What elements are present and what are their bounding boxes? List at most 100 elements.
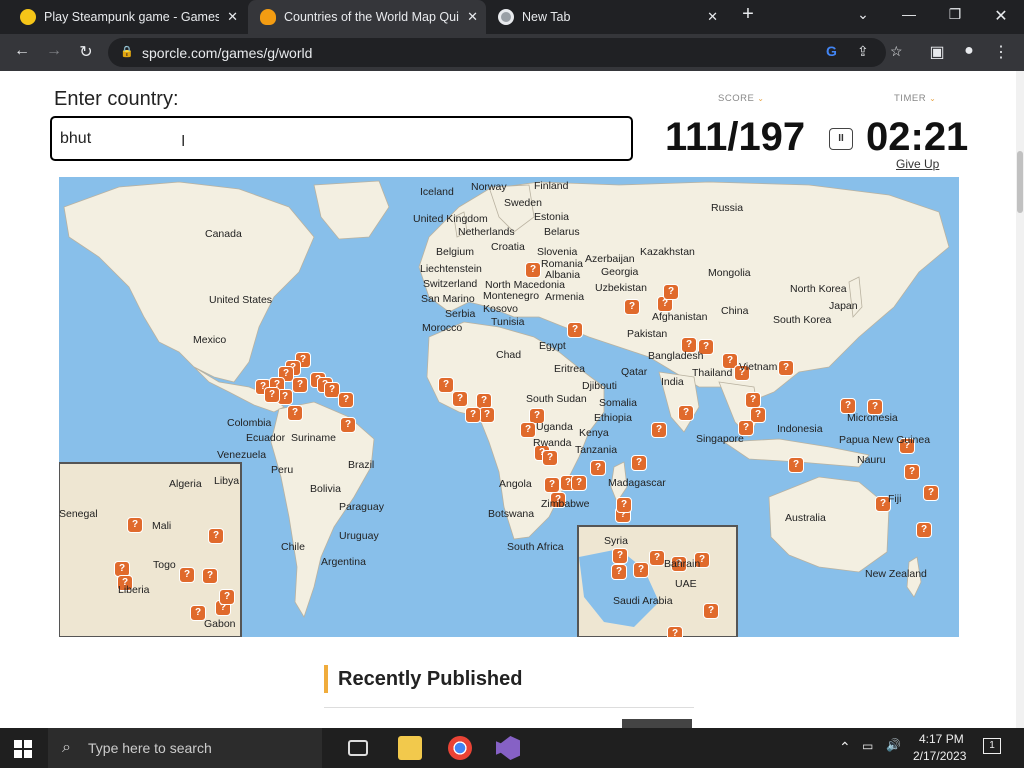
country-label: Bahrain xyxy=(664,558,701,570)
question-marker-icon[interactable]: ? xyxy=(631,455,647,471)
question-marker-icon[interactable]: ? xyxy=(479,407,495,423)
country-label: Canada xyxy=(205,228,242,240)
question-marker-icon[interactable]: ? xyxy=(571,475,587,491)
tab-new-tab[interactable]: New Tab ✕ xyxy=(488,0,726,34)
question-marker-icon[interactable]: ? xyxy=(219,589,235,605)
question-marker-icon[interactable]: ? xyxy=(465,407,481,423)
file-explorer-icon[interactable] xyxy=(398,736,422,760)
question-marker-icon[interactable]: ? xyxy=(520,422,536,438)
country-label: Rwanda xyxy=(533,437,572,449)
back-arrow-icon[interactable]: ← xyxy=(11,42,33,60)
forward-arrow-icon[interactable]: → xyxy=(43,42,65,60)
close-tab-icon[interactable]: ✕ xyxy=(707,9,718,25)
profile-icon[interactable]: ● xyxy=(958,42,980,60)
question-marker-icon[interactable]: ? xyxy=(633,562,649,578)
question-marker-icon[interactable]: ? xyxy=(590,460,606,476)
address-bar[interactable]: 🔒 sporcle.com/games/g/world G ⇪ ☆ xyxy=(108,38,903,67)
question-marker-icon[interactable]: ? xyxy=(663,284,679,300)
chrome-icon[interactable] xyxy=(448,736,472,760)
bookmark-star-icon[interactable]: ☆ xyxy=(890,43,903,60)
question-marker-icon[interactable]: ? xyxy=(542,450,558,466)
timer-dropdown-icon[interactable]: ⌄ xyxy=(929,94,936,103)
question-marker-icon[interactable]: ? xyxy=(703,603,719,619)
question-marker-icon[interactable]: ? xyxy=(916,522,932,538)
question-marker-icon[interactable]: ? xyxy=(788,457,804,473)
question-marker-icon[interactable]: ? xyxy=(616,497,632,513)
question-marker-icon[interactable]: ? xyxy=(611,564,627,580)
question-marker-icon[interactable]: ? xyxy=(923,485,939,501)
close-tab-icon[interactable]: ✕ xyxy=(467,9,478,25)
pause-button[interactable]: II xyxy=(829,128,853,150)
country-label: India xyxy=(661,376,684,388)
taskbar-search-box[interactable]: ⌕ Type here to search xyxy=(48,728,322,768)
menu-kebab-icon[interactable]: ⋮ xyxy=(990,42,1012,62)
search-icon: ⌕ xyxy=(62,739,71,756)
country-label: Kazakhstan xyxy=(640,246,695,258)
question-marker-icon[interactable]: ? xyxy=(612,548,628,564)
network-icon[interactable]: ▭ xyxy=(862,739,873,753)
question-marker-icon[interactable]: ? xyxy=(544,477,560,493)
tab-sporcle[interactable]: Countries of the World Map Quiz ✕ xyxy=(248,0,486,34)
question-marker-icon[interactable]: ? xyxy=(745,392,761,408)
question-marker-icon[interactable]: ? xyxy=(567,322,583,338)
google-icon[interactable]: G xyxy=(826,43,837,59)
question-marker-icon[interactable]: ? xyxy=(340,417,356,433)
show-hidden-icons-chevron-icon[interactable]: ⌃ xyxy=(839,739,851,756)
question-marker-icon[interactable]: ? xyxy=(127,517,143,533)
country-label: Nauru xyxy=(857,454,886,466)
question-marker-icon[interactable]: ? xyxy=(778,360,794,376)
close-window-icon[interactable]: ✕ xyxy=(986,6,1016,26)
share-icon[interactable]: ⇪ xyxy=(857,43,869,60)
tab-steampunk[interactable]: Play Steampunk game - Gamesfl ✕ xyxy=(8,0,246,34)
question-marker-icon[interactable]: ? xyxy=(525,262,541,278)
country-label: Gabon xyxy=(204,618,236,630)
task-view-icon[interactable] xyxy=(348,740,368,756)
question-marker-icon[interactable]: ? xyxy=(208,528,224,544)
question-marker-icon[interactable]: ? xyxy=(292,377,308,393)
question-marker-icon[interactable]: ? xyxy=(452,391,468,407)
question-marker-icon[interactable]: ? xyxy=(179,567,195,583)
country-label: United Kingdom xyxy=(413,213,488,225)
tab-title: Countries of the World Map Quiz xyxy=(284,10,459,24)
tab-search-chevron-icon[interactable]: ⌄ xyxy=(848,6,878,23)
give-up-link[interactable]: Give Up xyxy=(896,157,939,171)
world-map[interactable]: ????????????????????????????????????????… xyxy=(59,177,959,637)
question-marker-icon[interactable]: ? xyxy=(287,405,303,421)
question-marker-icon[interactable]: ? xyxy=(651,422,667,438)
divider xyxy=(324,707,694,708)
score-dropdown-icon[interactable]: ⌄ xyxy=(757,94,764,103)
notification-count: 1 xyxy=(989,740,995,751)
question-marker-icon[interactable]: ? xyxy=(438,377,454,393)
clock-date[interactable]: 2/17/2023 xyxy=(913,749,966,763)
volume-icon[interactable]: 🔊 xyxy=(886,738,901,752)
clock-time[interactable]: 4:17 PM xyxy=(919,732,964,746)
question-marker-icon[interactable]: ? xyxy=(264,387,280,403)
country-label: Peru xyxy=(271,464,294,476)
scrollbar-thumb[interactable] xyxy=(1017,151,1023,213)
country-label: Vietnam xyxy=(739,361,778,373)
windows-start-icon[interactable] xyxy=(14,740,32,758)
minimize-icon[interactable]: — xyxy=(894,6,924,22)
country-label: Algeria xyxy=(169,478,202,490)
notifications-button[interactable]: 1 xyxy=(983,738,1001,754)
question-marker-icon[interactable]: ? xyxy=(649,550,665,566)
question-marker-icon[interactable]: ? xyxy=(678,405,694,421)
restore-icon[interactable]: ❐ xyxy=(940,6,970,23)
reload-icon[interactable]: ↻ xyxy=(75,42,97,62)
question-marker-icon[interactable]: ? xyxy=(904,464,920,480)
question-marker-icon[interactable]: ? xyxy=(624,299,640,315)
question-marker-icon[interactable]: ? xyxy=(202,568,218,584)
country-label: Switzerland xyxy=(423,278,478,290)
visual-studio-icon[interactable] xyxy=(496,736,520,760)
close-tab-icon[interactable]: ✕ xyxy=(227,9,238,25)
country-label: Uruguay xyxy=(339,530,379,542)
new-tab-plus-icon[interactable]: + xyxy=(733,3,763,26)
question-marker-icon[interactable]: ? xyxy=(338,392,354,408)
country-label: Madagascar xyxy=(608,477,666,489)
article-thumbnail[interactable] xyxy=(622,719,692,728)
page-scrollbar[interactable] xyxy=(1016,71,1024,728)
side-panel-icon[interactable]: ▣ xyxy=(926,42,948,62)
country-label: Russia xyxy=(711,202,744,214)
country-answer-input[interactable] xyxy=(50,116,633,161)
question-marker-icon[interactable]: ? xyxy=(667,626,683,637)
